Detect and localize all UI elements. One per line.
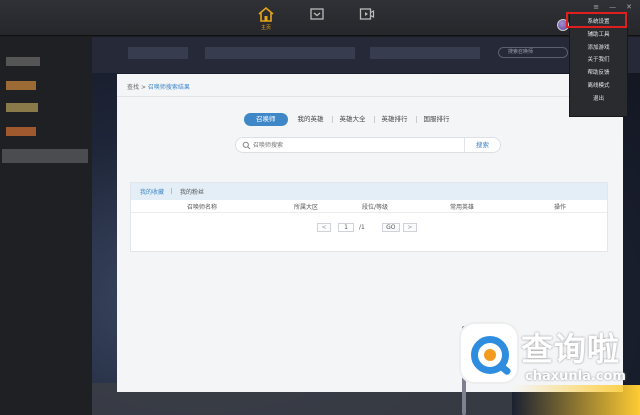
video-icon [359,8,375,20]
menu-item-add-game[interactable]: 添加游戏 [570,42,627,55]
settings-dropdown-menu: 系统设置 辅助工具 添加游戏 关于我们 帮助反馈 离线模式 退出 [569,13,628,117]
nav-video-button[interactable] [354,6,380,32]
nav-home-button[interactable]: 主页 [253,6,279,32]
sidebar-item[interactable] [2,149,88,163]
blurred-text [370,47,480,59]
tab-server-ranking[interactable]: 国服排行 [415,113,458,126]
breadcrumb: 查找 > 召唤师搜索结果 [127,82,190,91]
go-button[interactable]: GO [381,223,400,232]
column-header: 操作 [553,203,566,211]
home-icon [258,6,274,22]
column-header: 所属大区 [293,203,318,211]
search-button[interactable]: 搜索 [464,138,500,152]
page-total: /1 [359,224,365,231]
sidebar-item[interactable] [6,127,36,136]
search-icon [242,141,251,150]
column-header: 召唤师名称 [186,203,217,211]
breadcrumb-root[interactable]: 查找 [127,84,139,91]
summoner-search-bar: 搜索 [235,137,501,153]
watermark-logo-icon [459,322,519,384]
menu-item-feedback[interactable]: 帮助反馈 [570,67,627,80]
window-controls: ≡ — ✕ [593,3,632,11]
highlight-box [566,12,627,28]
close-icon[interactable]: ✕ [626,3,632,11]
watermark-title: 查询啦 [521,330,621,368]
blurred-text [205,47,355,59]
pagination: < 1 /1 GO > [317,223,417,232]
watermark-url: chaxunla.com [525,369,626,384]
top-search-placeholder: 搜索召唤师 [508,49,534,55]
watermark: 查询啦 chaxunla.com [459,322,629,402]
tab-hero-ranking[interactable]: 英雄排行 [373,113,416,126]
divider [117,96,623,97]
menu-item-exit[interactable]: 退出 [570,93,627,106]
menu-item-offline-mode[interactable]: 离线模式 [570,80,627,93]
list-tabs: 我的收藏 我的粉丝 [131,183,607,200]
tab-summoner[interactable]: 召唤师 [244,113,288,126]
sidebar [0,37,92,415]
tab-hero-encyclopedia[interactable]: 英雄大全 [331,113,374,126]
top-search-input[interactable]: 搜索召唤师 [498,47,568,58]
summoner-list-box: 我的收藏 我的粉丝 召唤师名称 所属大区 段位/等级 常用英雄 操作 < 1 /… [130,182,608,252]
summoner-search-input[interactable] [253,140,453,150]
breadcrumb-separator: > [140,84,146,91]
tab-my-favorites[interactable]: 我的收藏 [140,187,164,196]
sidebar-item[interactable] [6,57,40,66]
top-bar: 主页 ≡ — ✕ [0,0,640,36]
sidebar-item[interactable] [6,81,36,90]
prev-page-button[interactable]: < [317,223,331,232]
menu-item-tools[interactable]: 辅助工具 [570,29,627,42]
tab-my-heroes[interactable]: 我的英雄 [290,113,332,126]
minimize-icon[interactable]: — [609,3,616,11]
nav-home-label: 主页 [260,25,271,31]
inbox-icon [310,8,324,20]
table-header: 召唤师名称 所属大区 段位/等级 常用英雄 操作 [131,200,607,213]
category-tabs: 召唤师 我的英雄 英雄大全 英雄排行 国服排行 [244,113,458,126]
column-header: 常用英雄 [449,203,474,211]
menu-item-about[interactable]: 关于我们 [570,54,627,67]
tab-my-fans[interactable]: 我的粉丝 [171,187,204,196]
menu-icon[interactable]: ≡ [593,3,599,11]
column-header: 段位/等级 [361,203,389,211]
breadcrumb-current: 召唤师搜索结果 [147,84,190,91]
page-number-input[interactable]: 1 [338,223,354,232]
blurred-text [128,47,188,59]
nav-box-button[interactable] [304,6,330,32]
next-page-button[interactable]: > [402,223,417,232]
sidebar-item[interactable] [6,103,38,112]
